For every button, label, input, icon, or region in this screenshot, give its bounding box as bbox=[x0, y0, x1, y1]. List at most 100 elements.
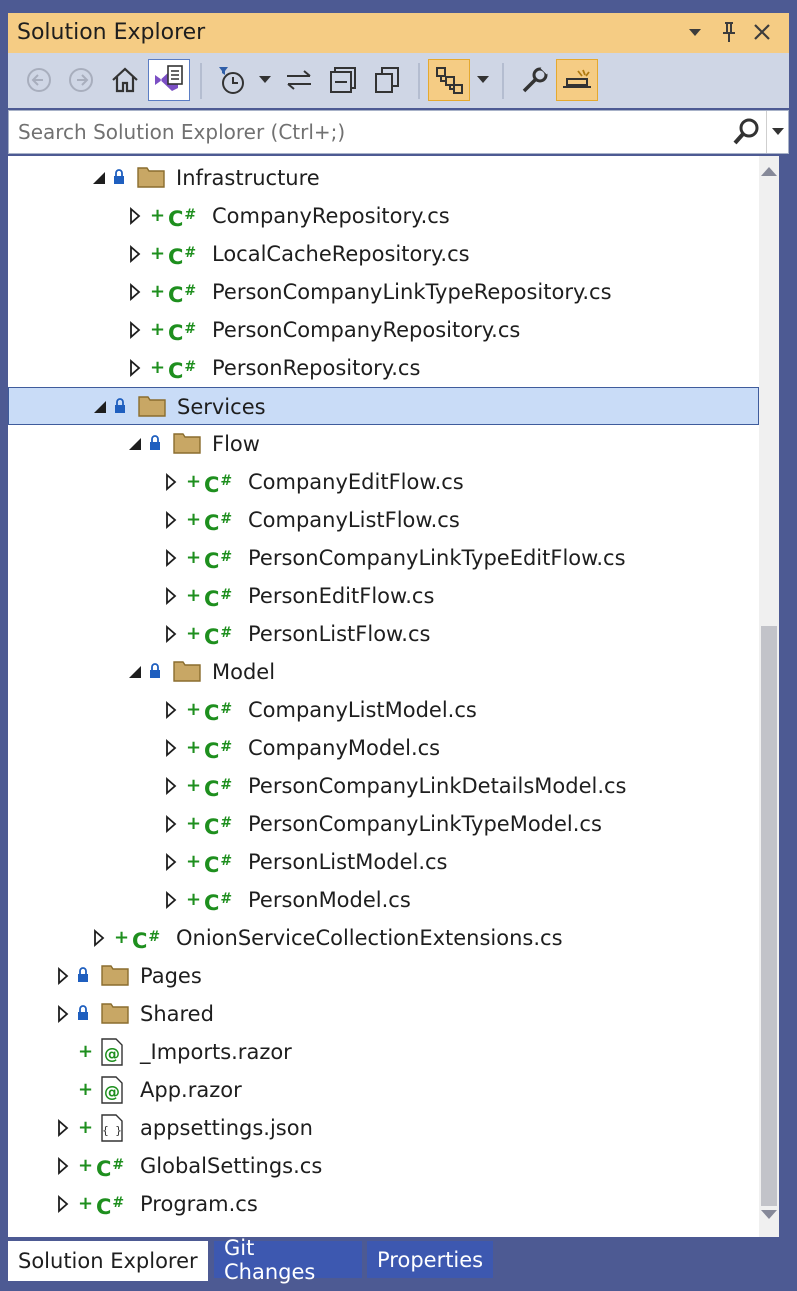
tree-row-personcompanylinkdetailsmodel-cs[interactable]: + C# PersonCompanyLinkDetailsModel.cs bbox=[8, 767, 759, 805]
search-icon[interactable] bbox=[731, 116, 763, 148]
collapsed-arrow-icon[interactable] bbox=[54, 1194, 72, 1214]
git-added-icon: + bbox=[150, 281, 166, 302]
tree-row-personcompanylinktypeeditflow-cs[interactable]: + C# PersonCompanyLinkTypeEditFlow.cs bbox=[8, 539, 759, 577]
razor-file-icon: @ bbox=[100, 1038, 126, 1066]
tree-row-globalsettings-cs[interactable]: + C# GlobalSettings.cs bbox=[8, 1147, 759, 1185]
tree-row-infrastructure[interactable]: Infrastructure bbox=[8, 159, 759, 197]
show-all-files-icon[interactable] bbox=[366, 59, 408, 101]
forward-icon[interactable] bbox=[60, 59, 102, 101]
track-active-item-icon[interactable] bbox=[428, 59, 470, 101]
tree-row-personmodel-cs[interactable]: + C# PersonModel.cs bbox=[8, 881, 759, 919]
tree-item-label: PersonRepository.cs bbox=[212, 356, 421, 380]
scroll-up-arrow-icon[interactable] bbox=[759, 164, 779, 184]
pending-changes-filter-icon[interactable] bbox=[210, 59, 252, 101]
csharp-file-icon: C# bbox=[168, 283, 197, 307]
folder-icon bbox=[172, 658, 202, 686]
toolbar-separator bbox=[200, 63, 202, 99]
tree-item-label: LocalCacheRepository.cs bbox=[212, 242, 470, 266]
lock-icon bbox=[76, 966, 92, 986]
tree-row-model[interactable]: Model bbox=[8, 653, 759, 691]
collapsed-arrow-icon[interactable] bbox=[54, 1156, 72, 1176]
tree-row-imports-razor[interactable]: + @ _Imports.razor bbox=[8, 1033, 759, 1071]
tree-row-onionservicecollectionextensions-cs[interactable]: + C# OnionServiceCollectionExtensions.cs bbox=[8, 919, 759, 957]
properties-icon[interactable] bbox=[514, 59, 556, 101]
collapsed-arrow-icon[interactable] bbox=[54, 1118, 72, 1138]
preview-selected-icon[interactable] bbox=[556, 59, 598, 101]
collapsed-arrow-icon[interactable] bbox=[162, 510, 180, 530]
lock-icon bbox=[76, 1004, 92, 1024]
tree-row-personcompanylinktypemodel-cs[interactable]: + C# PersonCompanyLinkTypeModel.cs bbox=[8, 805, 759, 843]
collapsed-arrow-icon[interactable] bbox=[90, 928, 108, 948]
expanded-arrow-icon[interactable] bbox=[91, 397, 109, 417]
tree-row-companymodel-cs[interactable]: + C# CompanyModel.cs bbox=[8, 729, 759, 767]
scroll-down-arrow-icon[interactable] bbox=[759, 1208, 779, 1228]
home-icon[interactable] bbox=[104, 59, 146, 101]
collapsed-arrow-icon[interactable] bbox=[162, 586, 180, 606]
git-added-icon: + bbox=[150, 319, 166, 340]
tree-row-personlistmodel-cs[interactable]: + C# PersonListModel.cs bbox=[8, 843, 759, 881]
vertical-scrollbar[interactable] bbox=[759, 156, 779, 1237]
tree-row-app-razor[interactable]: + @ App.razor bbox=[8, 1071, 759, 1109]
window-position-dropdown-icon[interactable] bbox=[680, 17, 710, 47]
expanded-arrow-icon[interactable] bbox=[126, 434, 144, 454]
expanded-arrow-icon[interactable] bbox=[126, 662, 144, 682]
collapsed-arrow-icon[interactable] bbox=[126, 358, 144, 378]
tree-row-companyeditflow-cs[interactable]: + C# CompanyEditFlow.cs bbox=[8, 463, 759, 501]
back-icon[interactable] bbox=[18, 59, 60, 101]
collapsed-arrow-icon[interactable] bbox=[126, 206, 144, 226]
tab-properties[interactable]: Properties bbox=[367, 1241, 493, 1278]
collapsed-arrow-icon[interactable] bbox=[126, 244, 144, 264]
collapsed-arrow-icon[interactable] bbox=[54, 966, 72, 986]
tree-row-companyrepository-cs[interactable]: + C# CompanyRepository.cs bbox=[8, 197, 759, 235]
tree-row-personcompanylinktyperepository-cs[interactable]: + C# PersonCompanyLinkTypeRepository.cs bbox=[8, 273, 759, 311]
collapsed-arrow-icon[interactable] bbox=[162, 738, 180, 758]
solution-tree: Infrastructure + C# CompanyRepository.cs + C#… bbox=[8, 156, 759, 1237]
tree-row-localcacherepository-cs[interactable]: + C# LocalCacheRepository.cs bbox=[8, 235, 759, 273]
tree-row-appsettings-json[interactable]: + { } appsettings.json bbox=[8, 1109, 759, 1147]
tree-item-label: _Imports.razor bbox=[140, 1040, 292, 1064]
tree-row-flow[interactable]: Flow bbox=[8, 425, 759, 463]
tree-row-personcompanyrepository-cs[interactable]: + C# PersonCompanyRepository.cs bbox=[8, 311, 759, 349]
collapsed-arrow-icon[interactable] bbox=[162, 890, 180, 910]
toolbar bbox=[8, 53, 789, 108]
folder-icon bbox=[100, 1000, 130, 1028]
collapsed-arrow-icon[interactable] bbox=[54, 1004, 72, 1024]
git-added-icon: + bbox=[150, 205, 166, 226]
tree-item-label: CompanyListFlow.cs bbox=[248, 508, 460, 532]
tree-row-personrepository-cs[interactable]: + C# PersonRepository.cs bbox=[8, 349, 759, 387]
collapsed-arrow-icon[interactable] bbox=[126, 282, 144, 302]
tree-row-shared[interactable]: Shared bbox=[8, 995, 759, 1033]
search-options-dropdown-icon[interactable] bbox=[766, 111, 789, 153]
expanded-arrow-icon[interactable] bbox=[90, 168, 108, 188]
tree-row-pages[interactable]: Pages bbox=[8, 957, 759, 995]
tree-row-companylistflow-cs[interactable]: + C# CompanyListFlow.cs bbox=[8, 501, 759, 539]
collapsed-arrow-icon[interactable] bbox=[162, 700, 180, 720]
collapsed-arrow-icon[interactable] bbox=[162, 624, 180, 644]
collapsed-arrow-icon[interactable] bbox=[162, 548, 180, 568]
tab-solution-explorer[interactable]: Solution Explorer bbox=[8, 1241, 208, 1281]
folder-icon bbox=[172, 430, 202, 458]
tree-row-program-cs[interactable]: + C# Program.cs bbox=[8, 1185, 759, 1223]
scrollbar-thumb[interactable] bbox=[761, 626, 777, 1206]
collapsed-arrow-icon[interactable] bbox=[162, 472, 180, 492]
switch-views-icon[interactable] bbox=[148, 59, 190, 101]
tree-item-label: PersonCompanyRepository.cs bbox=[212, 318, 521, 342]
tab-git-changes[interactable]: Git Changes bbox=[214, 1236, 362, 1284]
tree-row-services[interactable]: Services bbox=[8, 387, 759, 425]
window-title: Solution Explorer bbox=[17, 20, 206, 45]
collapsed-arrow-icon[interactable] bbox=[162, 776, 180, 796]
tree-row-companylistmodel-cs[interactable]: + C# CompanyListModel.cs bbox=[8, 691, 759, 729]
pin-icon[interactable] bbox=[714, 17, 744, 47]
collapsed-arrow-icon[interactable] bbox=[126, 320, 144, 340]
tree-row-personeditflow-cs[interactable]: + C# PersonEditFlow.cs bbox=[8, 577, 759, 615]
collapsed-arrow-icon[interactable] bbox=[162, 814, 180, 834]
tree-row-personlistflow-cs[interactable]: + C# PersonListFlow.cs bbox=[8, 615, 759, 653]
sync-icon[interactable] bbox=[278, 59, 320, 101]
track-active-item-dropdown-icon[interactable] bbox=[474, 59, 492, 101]
git-added-icon: + bbox=[78, 1041, 94, 1062]
close-icon[interactable] bbox=[747, 17, 777, 47]
collapse-all-icon[interactable] bbox=[322, 59, 364, 101]
collapsed-arrow-icon[interactable] bbox=[162, 852, 180, 872]
search-input[interactable] bbox=[18, 113, 718, 151]
pending-changes-filter-dropdown-icon[interactable] bbox=[256, 59, 274, 101]
